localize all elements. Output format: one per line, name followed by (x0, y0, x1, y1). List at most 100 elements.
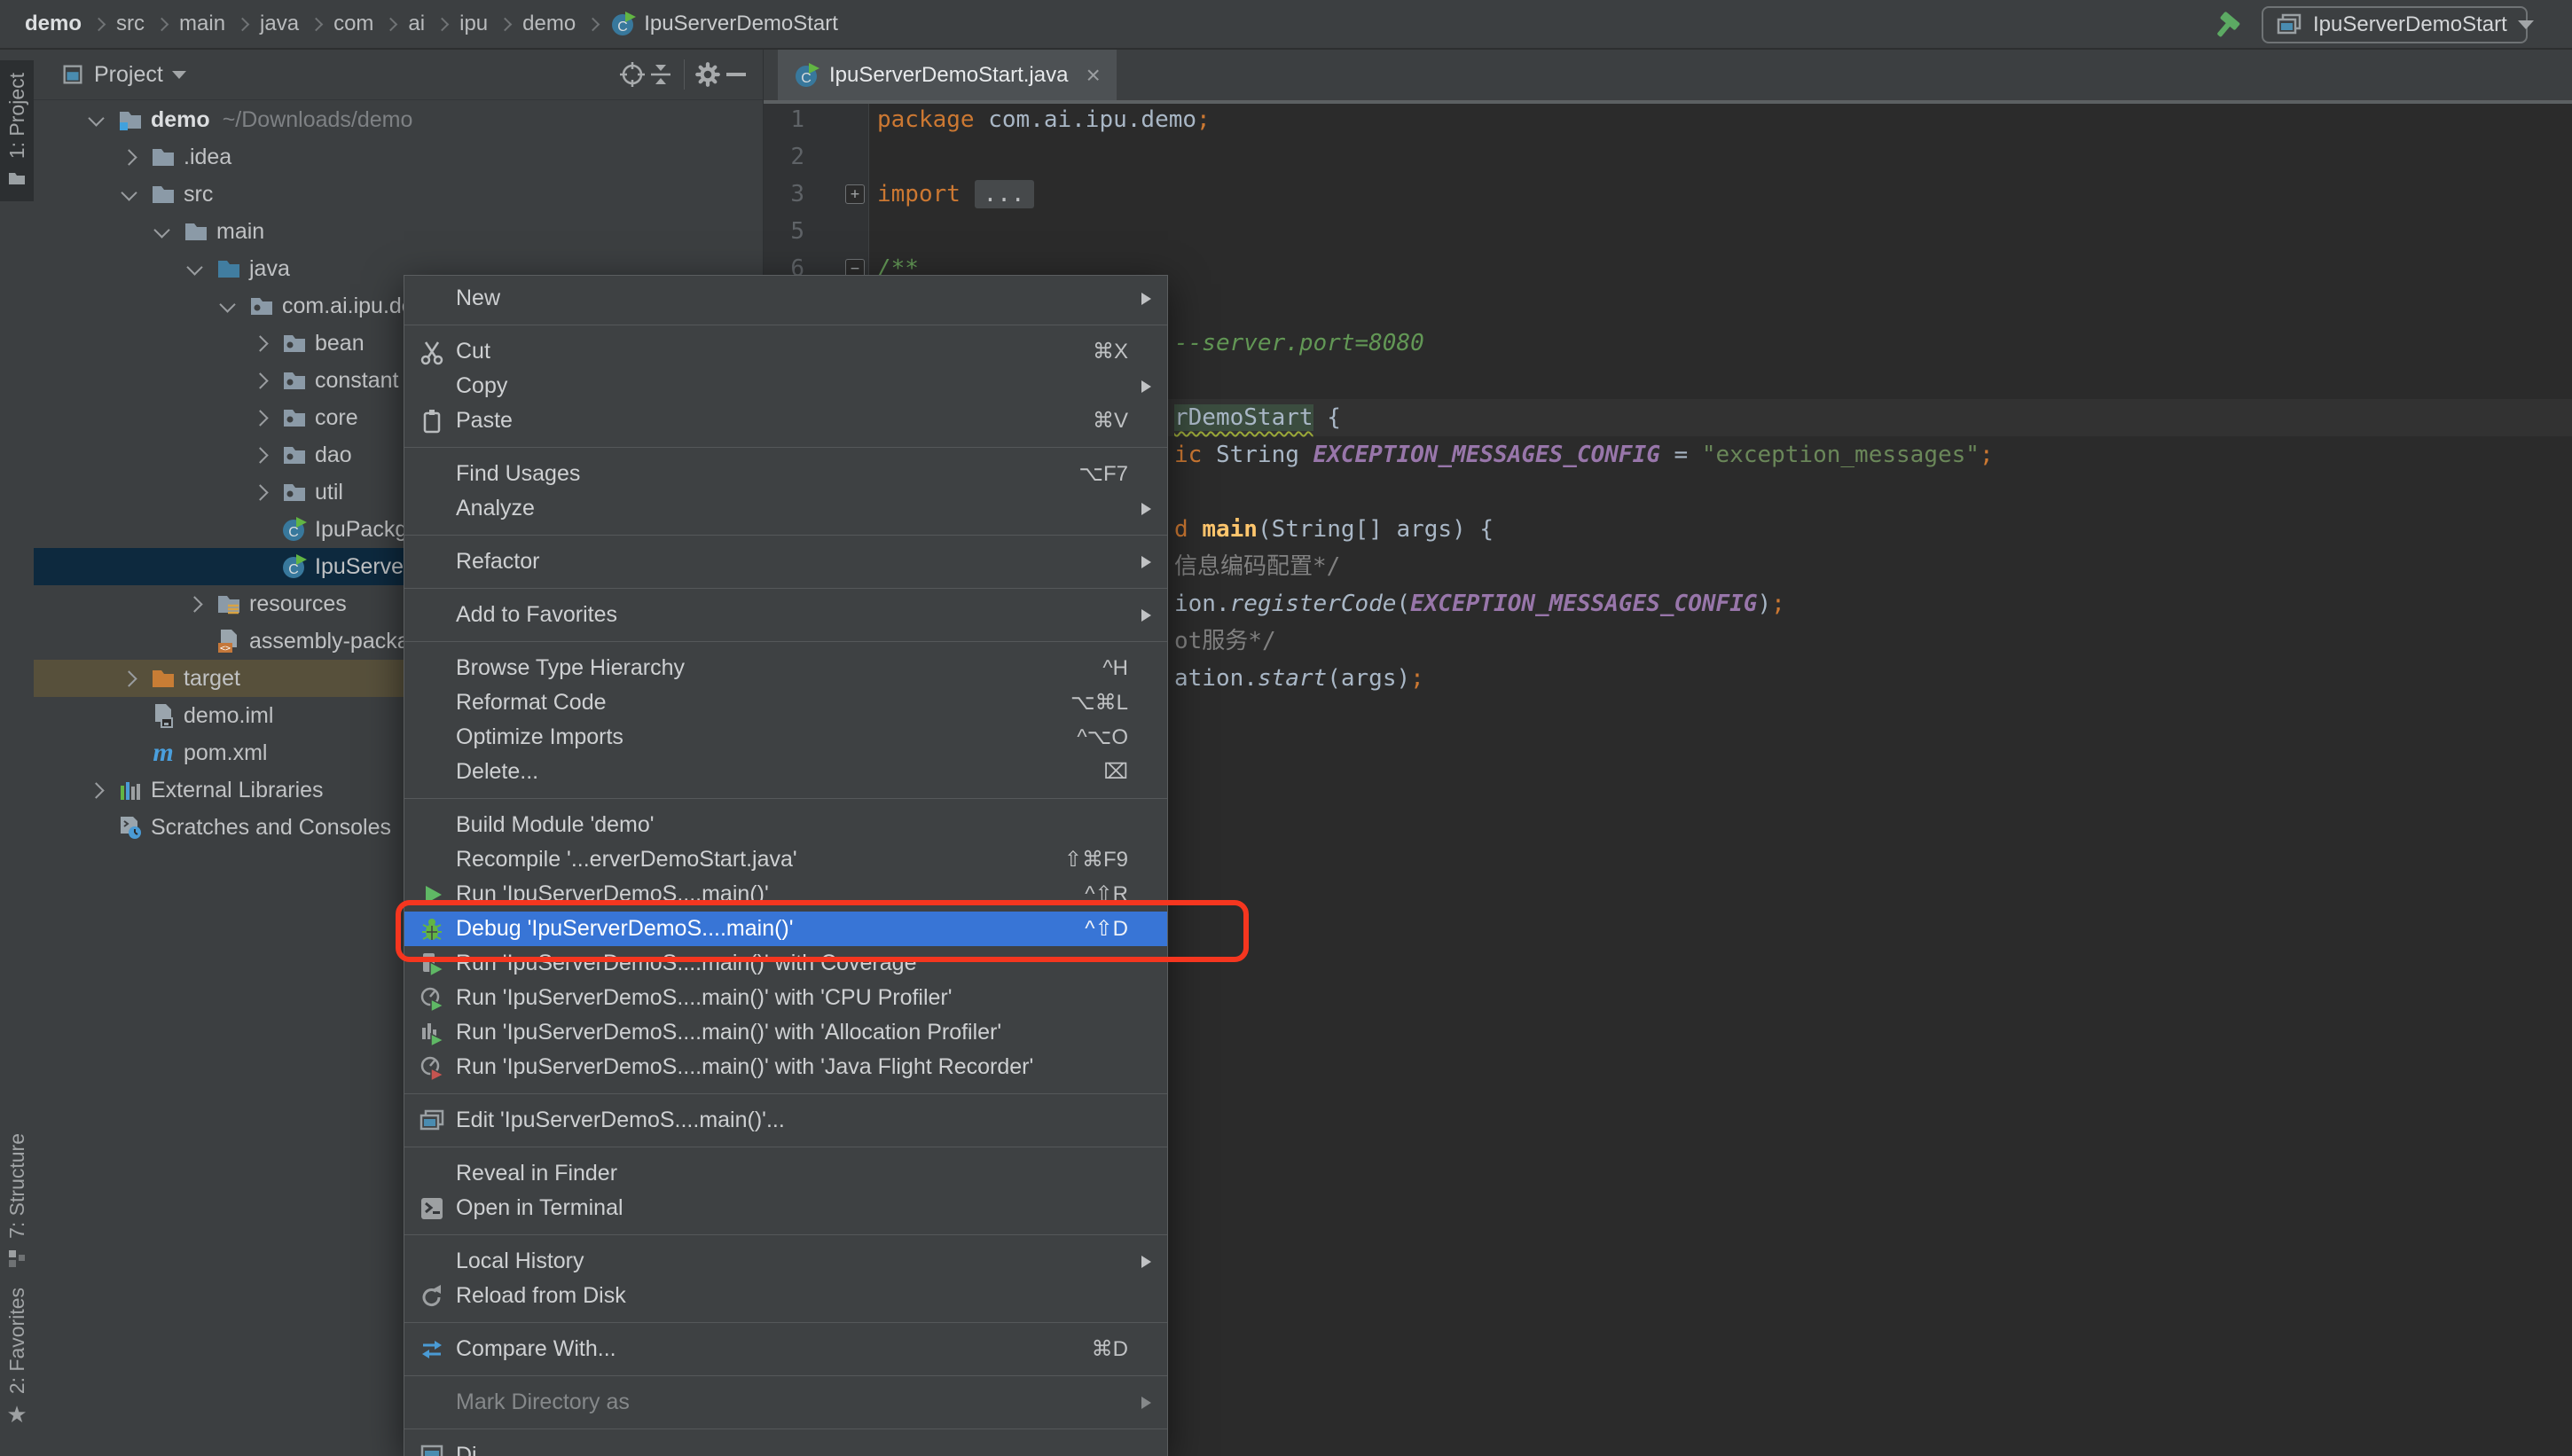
chevron-down-icon[interactable] (171, 70, 186, 79)
breadcrumb-item[interactable]: ipu (459, 12, 488, 36)
gear-icon[interactable] (694, 60, 722, 89)
class-icon: C (281, 516, 308, 543)
build-hammer-icon[interactable] (2210, 7, 2246, 43)
menu-item-run-with-cpu-profiler[interactable]: Run 'IpuServerDemoS....main()' with 'CPU… (404, 981, 1167, 1015)
breadcrumb-item[interactable]: main (179, 12, 225, 36)
menu-item-recompile[interactable]: Recompile '...erverDemoStart.java' ⇧⌘F9 (404, 842, 1167, 877)
allocation-profiler-icon (419, 1020, 445, 1046)
chevron-down-icon[interactable] (118, 184, 139, 205)
package-folder-icon (281, 479, 308, 505)
chevron-right-icon[interactable] (85, 779, 106, 801)
star-icon: ★ (6, 1401, 27, 1429)
code-line: ation.start(args); (1174, 665, 1424, 692)
menu-item-add-to-favorites[interactable]: Add to Favorites (404, 598, 1167, 632)
breadcrumb-item[interactable]: IpuServerDemoStart (644, 12, 838, 36)
tree-row-demo[interactable]: demo ~/Downloads/demo (34, 101, 763, 138)
menu-item-reveal-in-finder[interactable]: Reveal in Finder (404, 1156, 1167, 1191)
menu-item-run-with-java-flight-recorder[interactable]: Run 'IpuServerDemoS....main()' with 'Jav… (404, 1050, 1167, 1084)
menu-item-build-module[interactable]: Build Module 'demo' (404, 808, 1167, 842)
tree-item-label: demo.iml (184, 702, 274, 728)
menu-item-copy[interactable]: Copy (404, 369, 1167, 403)
fold-expand-icon[interactable]: + (845, 184, 865, 204)
stripe-tab-favorites[interactable]: 2: Favorites ★ (0, 1288, 34, 1426)
chevron-right-icon[interactable] (249, 444, 271, 466)
scratches-icon (117, 814, 144, 841)
menu-item-run-main[interactable]: Run 'IpuServerDemoS....main()' ^⇧R (404, 877, 1167, 912)
menu-item-reload-from-disk[interactable]: Reload from Disk (404, 1279, 1167, 1313)
menu-item-refactor[interactable]: Refactor (404, 544, 1167, 579)
breadcrumb-item[interactable]: java (260, 12, 299, 36)
breadcrumb-separator-icon (498, 17, 513, 31)
collapse-all-icon[interactable] (647, 60, 675, 89)
tree-item-label: main (216, 218, 265, 244)
menu-item-find-usages[interactable]: Find Usages ⌥F7 (404, 457, 1167, 491)
menu-item-open-in-terminal[interactable]: Open in Terminal (404, 1191, 1167, 1225)
menu-item-paste[interactable]: Paste ⌘V (404, 403, 1167, 438)
chevron-right-icon[interactable] (249, 407, 271, 428)
tree-item-label: demo (151, 106, 210, 132)
code-line: --server.port=8080 (1174, 330, 1424, 356)
tree-row-idea[interactable]: .idea (34, 138, 763, 176)
editor-tab-ipuserverdemostart[interactable]: C IpuServerDemoStart.java × (778, 50, 1117, 100)
breadcrumb-item[interactable]: src (116, 12, 145, 36)
tree-row-main[interactable]: main (34, 213, 763, 250)
chevron-right-icon[interactable] (249, 481, 271, 503)
menu-item-browse-type-hierarchy[interactable]: Browse Type Hierarchy ^H (404, 651, 1167, 685)
menu-item-run-with-coverage[interactable]: Run 'IpuServerDemoS....main()' with Cove… (404, 946, 1167, 981)
hide-panel-icon[interactable] (722, 60, 750, 89)
menu-item-mark-directory-as[interactable]: Mark Directory as (404, 1385, 1167, 1420)
chevron-down-icon[interactable] (85, 109, 106, 130)
menu-item-new[interactable]: New (404, 281, 1167, 316)
svg-text:C: C (617, 20, 628, 35)
code-line: ion.registerCode(EXCEPTION_MESSAGES_CONF… (1174, 591, 1785, 617)
menu-item-run-with-allocation-profiler[interactable]: Run 'IpuServerDemoS....main()' with 'All… (404, 1015, 1167, 1050)
chevron-right-icon[interactable] (249, 370, 271, 391)
breadcrumb-item[interactable]: demo (25, 12, 82, 36)
tree-row-src[interactable]: src (34, 176, 763, 213)
menu-item-edit-run-configuration[interactable]: Edit 'IpuServerDemoS....main()'... (404, 1103, 1167, 1138)
chevron-down-icon[interactable] (151, 221, 172, 242)
scissors-icon (419, 339, 445, 365)
run-configuration-selector[interactable]: IpuServerDemoStart (2262, 6, 2534, 43)
close-icon[interactable]: × (1086, 61, 1100, 90)
stripe-tab-structure[interactable]: 7: Structure (0, 1133, 34, 1269)
stripe-tab-project[interactable]: 1: Project (0, 60, 34, 202)
project-view-icon (60, 62, 85, 87)
menu-item-debug-main[interactable]: Debug 'IpuServerDemoS....main()' ^⇧D (404, 912, 1167, 946)
refresh-icon (419, 1283, 445, 1310)
toolbar-divider (684, 59, 685, 90)
code-line: package com.ai.ipu.demo; (877, 106, 1211, 133)
menu-item-optimize-imports[interactable]: Optimize Imports ^⌥O (404, 720, 1167, 755)
folded-imports[interactable]: ... (974, 180, 1034, 208)
breadcrumb-item[interactable]: ai (408, 12, 425, 36)
locate-file-icon[interactable] (618, 60, 647, 89)
menu-item-delete[interactable]: Delete... ⌧ (404, 755, 1167, 789)
breadcrumb-separator-icon (309, 17, 324, 31)
chevron-down-icon[interactable] (216, 295, 238, 317)
terminal-icon (419, 1195, 445, 1222)
menu-item-reformat-code[interactable]: Reformat Code ⌥⌘L (404, 685, 1167, 720)
menu-item-analyze[interactable]: Analyze (404, 491, 1167, 526)
chevron-right-icon[interactable] (118, 146, 139, 168)
stripe-tab-structure-label: 7: Structure (4, 1133, 28, 1239)
menu-item-compare-with[interactable]: Compare With... ⌘D (404, 1332, 1167, 1366)
code-line: import ... (877, 176, 1034, 213)
chevron-down-icon[interactable] (184, 258, 205, 279)
submenu-arrow-icon (1141, 380, 1151, 393)
tree-item-label: resources (249, 591, 347, 616)
menu-item-partial-bottom[interactable]: Di (404, 1438, 1167, 1456)
chevron-right-icon[interactable] (249, 333, 271, 354)
menu-item-cut[interactable]: Cut ⌘X (404, 334, 1167, 369)
breadcrumb-item[interactable]: com (333, 12, 373, 36)
class-icon: C (794, 62, 820, 89)
breadcrumb-separator-icon (435, 17, 450, 31)
chevron-right-icon[interactable] (118, 668, 139, 689)
project-view-selector[interactable]: Project (94, 62, 163, 88)
menu-item-local-history[interactable]: Local History (404, 1244, 1167, 1279)
chevron-right-icon[interactable] (184, 593, 205, 614)
code-line: d main(String[] args) { (1174, 516, 1494, 543)
breadcrumb-item[interactable]: demo (522, 12, 576, 36)
